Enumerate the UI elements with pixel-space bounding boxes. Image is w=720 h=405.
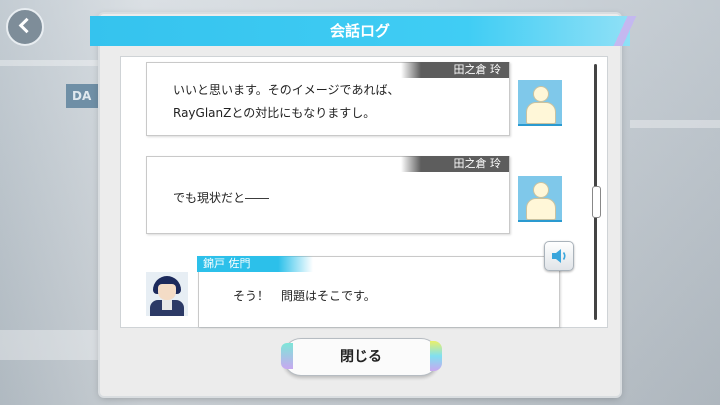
message-line: RayGlanZとの対比にもなりますし。	[173, 106, 376, 120]
close-button[interactable]: 閉じる	[281, 338, 442, 376]
user-silhouette-icon	[518, 176, 562, 222]
voice-replay-button[interactable]	[544, 241, 574, 271]
bg-stripe	[630, 120, 720, 128]
message-bubble: 錦戸 佐門 そう！ 問題はそこです。	[197, 256, 560, 327]
dialog-title: 会話ログ	[329, 22, 390, 40]
bg-stripe	[0, 330, 100, 360]
bg-stripe	[0, 60, 100, 66]
message-bubble: 田之倉 玲 でも現状だと――	[146, 156, 510, 234]
message-line: でも現状だと――	[173, 191, 270, 205]
speaker-icon	[552, 249, 566, 263]
message-line: いいと思います。そのイメージであれば、	[173, 83, 400, 97]
character-avatar	[146, 272, 188, 316]
speaker-name: 田之倉 玲	[401, 62, 509, 78]
dialog-titlebar: 会話ログ	[90, 16, 640, 46]
scrollbar-thumb[interactable]	[592, 186, 601, 218]
speaker-name: 田之倉 玲	[401, 156, 509, 172]
background-back-button	[6, 8, 44, 46]
message-line: そう！ 問題はそこです。	[233, 289, 376, 303]
message-bubble: 田之倉 玲 いいと思います。そのイメージであれば、 RayGlanZとの対比にも…	[146, 62, 510, 136]
speaker-name: 錦戸 佐門	[197, 256, 313, 272]
user-silhouette-icon	[518, 80, 562, 126]
